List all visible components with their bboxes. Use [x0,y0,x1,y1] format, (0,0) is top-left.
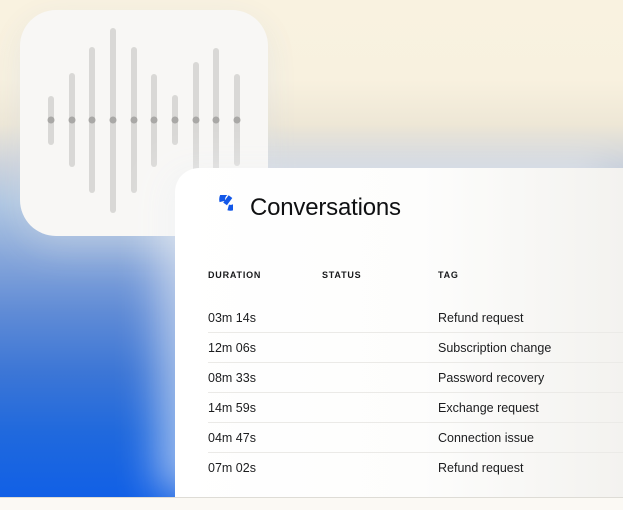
duration-cell: 12m 06s [208,340,256,355]
waveform-bar [109,27,117,213]
tag-cell: Password recovery [438,370,545,385]
column-header-status: STATUS [322,270,362,280]
waveform-bar [47,95,55,145]
duration-cell: 08m 33s [208,370,256,385]
table-row[interactable]: 07m 02s Refund request [208,453,623,483]
page-bottom-strip [0,497,623,510]
duration-cell: 04m 47s [208,430,256,445]
column-header-tag: TAG [438,270,459,280]
screenshot-stage: Conversations DURATION STATUS TAG 03m 14… [0,0,623,510]
tag-cell: Refund request [438,310,524,325]
conversations-card: Conversations DURATION STATUS TAG 03m 14… [175,168,623,497]
waveform-bar [68,73,76,167]
table-header-row: DURATION STATUS TAG [208,270,623,280]
waveform-bar [150,73,158,167]
page-title: Conversations [250,194,401,221]
waveform-bar [130,47,138,193]
tag-cell: Connection issue [438,430,534,445]
conversations-logo-icon [219,194,233,211]
waveform-bar [88,47,96,193]
tag-cell: Subscription change [438,340,552,355]
table-row[interactable]: 14m 59s Exchange request [208,393,623,423]
waveform-bar [192,62,200,178]
conversations-header: Conversations [208,194,401,222]
table-row[interactable]: 08m 33s Password recovery [208,363,623,393]
conversations-table: 03m 14s Refund request 12m 06s Subscript… [208,303,623,483]
table-row[interactable]: 03m 14s Refund request [208,303,623,333]
waveform-bar [171,95,179,145]
column-header-duration: DURATION [208,270,262,280]
table-row[interactable]: 12m 06s Subscription change [208,333,623,363]
duration-cell: 14m 59s [208,400,256,415]
duration-cell: 07m 02s [208,461,256,475]
table-row[interactable]: 04m 47s Connection issue [208,423,623,453]
tag-cell: Refund request [438,461,524,475]
waveform-bar [233,74,241,166]
duration-cell: 03m 14s [208,310,256,325]
tag-cell: Exchange request [438,400,539,415]
